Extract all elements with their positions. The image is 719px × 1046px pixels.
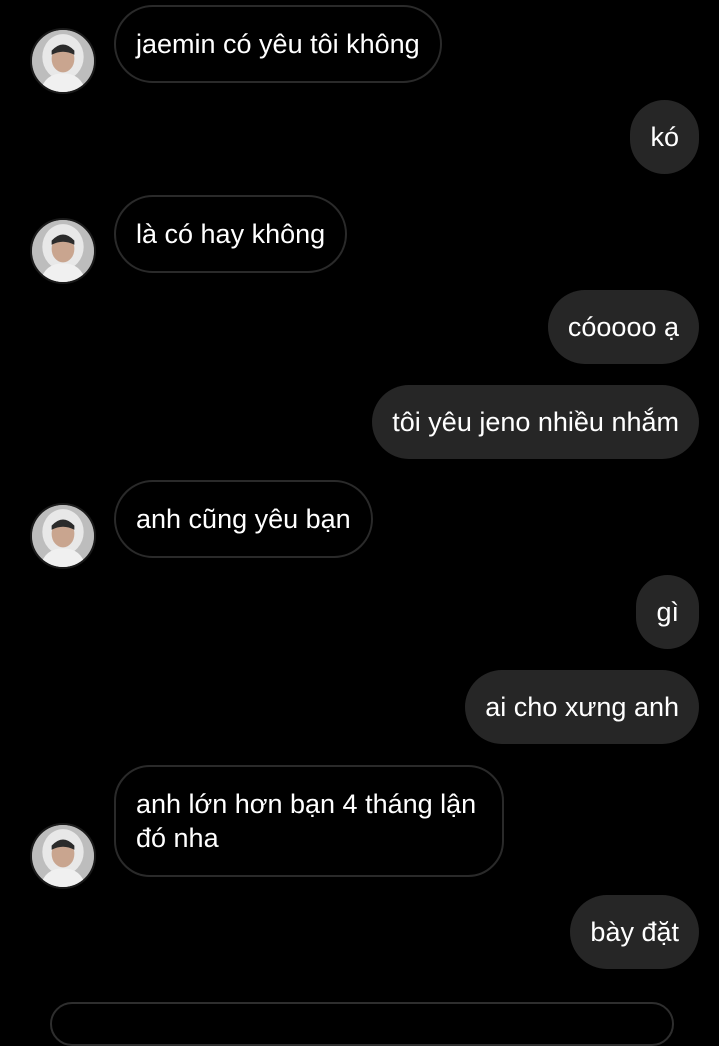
message-bubble-incoming[interactable]: jaemin có yêu tôi không	[114, 5, 442, 83]
message-bubble-outgoing[interactable]: bày đặt	[570, 895, 699, 969]
message-bubble-incoming[interactable]: là có hay không	[114, 195, 348, 273]
message-text: cóoooo ạ	[567, 312, 679, 342]
avatar-photo-icon	[32, 30, 94, 92]
contact-avatar[interactable]	[30, 823, 96, 889]
contact-avatar[interactable]	[30, 28, 96, 94]
message-text: kó	[650, 122, 679, 152]
message-text: ai cho xưng anh	[485, 692, 679, 722]
message-bubble-outgoing[interactable]: tôi yêu jeno nhiều nhắm	[372, 385, 699, 459]
contact-avatar[interactable]	[30, 218, 96, 284]
message-text: tôi yêu jeno nhiều nhắm	[392, 407, 679, 437]
message-text: bày đặt	[590, 917, 679, 947]
message-bubble-outgoing[interactable]: kó	[630, 100, 699, 174]
message-text: anh lớn hơn bạn 4 tháng lận đó nha	[136, 789, 477, 853]
avatar-photo-icon	[32, 825, 94, 887]
message-text: anh cũng yêu bạn	[136, 504, 351, 534]
message-bubble-incoming[interactable]: anh lớn hơn bạn 4 tháng lận đó nha	[114, 765, 504, 877]
message-bubble-outgoing[interactable]: ai cho xưng anh	[465, 670, 699, 744]
message-text: gì	[656, 597, 679, 627]
avatar-photo-icon	[32, 505, 94, 567]
message-text: là có hay không	[136, 219, 326, 249]
message-bubble-incoming[interactable]: anh cũng yêu bạn	[114, 480, 373, 558]
avatar-photo-icon	[32, 220, 94, 282]
chat-thread: jaemin có yêu tôi không kó là có hay khô…	[0, 0, 719, 1046]
message-bubble-outgoing[interactable]: gì	[636, 575, 699, 649]
message-composer[interactable]	[50, 1002, 674, 1046]
message-text: jaemin có yêu tôi không	[136, 29, 420, 59]
message-bubble-outgoing[interactable]: cóoooo ạ	[547, 290, 699, 364]
contact-avatar[interactable]	[30, 503, 96, 569]
